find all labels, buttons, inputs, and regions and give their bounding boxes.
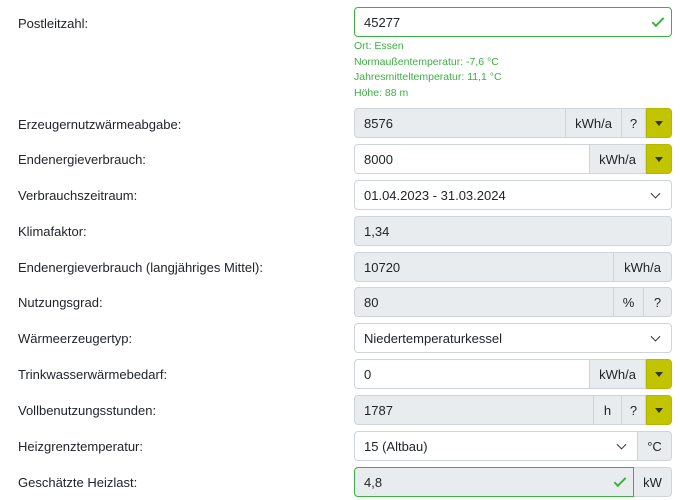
waermeerzeugertyp-select[interactable]: Niedertemperaturkessel: [354, 323, 672, 353]
endenergieverbrauch-mittel-label: Endenergieverbrauch (langjähriges Mittel…: [18, 260, 263, 275]
caret-down-icon: [655, 407, 663, 413]
geschaetzte-heizlast-value: 4,8: [364, 474, 383, 490]
help-icon[interactable]: ?: [622, 108, 646, 138]
vollbenutzungsstunden-field: 1787 h ?: [354, 395, 672, 425]
verbrauchszeitraum-value: 01.04.2023 - 31.03.2024: [364, 187, 506, 203]
endenergieverbrauch-dropdown-button[interactable]: [646, 144, 672, 174]
location-info: Ort: Essen Normaußentemperatur: -7,6 °C …: [354, 39, 502, 101]
chevron-down-icon: [650, 188, 661, 199]
verbrauchszeitraum-select[interactable]: 01.04.2023 - 31.03.2024: [354, 180, 672, 210]
vollbenutzungsstunden-label: Vollbenutzungsstunden:: [18, 403, 157, 418]
endenergieverbrauch-mittel-value: 10720: [364, 259, 401, 275]
help-icon[interactable]: ?: [622, 395, 646, 425]
endenergieverbrauch-label: Endenergieverbrauch:: [18, 152, 146, 167]
endenergieverbrauch-mittel-field: 10720 kWh/a: [354, 252, 672, 282]
unit-addon: kWh/a: [614, 252, 672, 282]
unit-addon: %: [614, 287, 644, 317]
verbrauchszeitraum-select-box[interactable]: 01.04.2023 - 31.03.2024: [354, 180, 672, 210]
erzeugernutzwaermeabgabe-label: Erzeugernutzwärmeabgabe:: [18, 117, 182, 132]
verbrauchszeitraum-label: Verbrauchszeitraum:: [18, 188, 138, 203]
trinkwasserwaermebedarf-value: 0: [364, 366, 372, 382]
caret-down-icon: [655, 120, 663, 126]
heizgrenztemperatur-select-box[interactable]: 15 (Altbau): [354, 431, 638, 461]
caret-down-icon: [655, 156, 663, 162]
location-city: Ort: Essen: [354, 40, 404, 52]
help-icon[interactable]: ?: [644, 287, 672, 317]
nutzungsgrad-value: 80: [364, 294, 379, 310]
vollbenutzungsstunden-input: 1787: [354, 395, 594, 425]
geschaetzte-heizlast-input: 4,8: [354, 467, 634, 497]
klimafaktor-input: 1,34: [354, 216, 672, 246]
erzeugernutzwaermeabgabe-input: 8576: [354, 108, 566, 138]
unit-addon: °C: [638, 431, 672, 461]
postleitzahl-field[interactable]: 45277: [354, 7, 672, 37]
unit-addon: h: [594, 395, 622, 425]
endenergieverbrauch-input[interactable]: 8000: [354, 144, 590, 174]
geschaetzte-heizlast-field: 4,8 kW: [354, 467, 672, 497]
erzeugernutzwaermeabgabe-field: 8576 kWh/a ?: [354, 108, 672, 138]
caret-down-icon: [655, 371, 663, 377]
check-icon: [651, 14, 665, 28]
location-altitude: Höhe: 88 m: [354, 86, 409, 99]
unit-addon: kW: [634, 467, 672, 497]
chevron-down-icon: [616, 439, 627, 450]
heizgrenztemperatur-select[interactable]: 15 (Altbau) °C: [354, 431, 672, 461]
check-icon: [613, 474, 627, 488]
erzeugernutzwaermeabgabe-dropdown-button[interactable]: [646, 108, 672, 138]
postleitzahl-label: Postleitzahl:: [18, 16, 89, 31]
nutzungsgrad-field: 80 % ?: [354, 287, 672, 317]
location-norm-temp: Normaußentemperatur: -7,6 °C: [354, 55, 499, 68]
trinkwasserwaermebedarf-label: Trinkwasserwärmebedarf:: [18, 367, 168, 382]
waermeerzeugertyp-select-box[interactable]: Niedertemperaturkessel: [354, 323, 672, 353]
waermeerzeugertyp-value: Niedertemperaturkessel: [364, 330, 503, 346]
geschaetzte-heizlast-label: Geschätzte Heizlast:: [18, 475, 138, 490]
endenergieverbrauch-value: 8000: [364, 151, 393, 167]
heizgrenztemperatur-value: 15 (Altbau): [364, 438, 428, 454]
klimafaktor-value: 1,34: [364, 223, 390, 239]
postleitzahl-value: 45277: [364, 14, 401, 30]
chevron-down-icon: [650, 331, 661, 342]
erzeugernutzwaermeabgabe-value: 8576: [364, 115, 393, 131]
unit-addon: kWh/a: [590, 144, 646, 174]
postleitzahl-input[interactable]: 45277: [354, 7, 672, 37]
trinkwasserwaermebedarf-dropdown-button[interactable]: [646, 359, 672, 389]
nutzungsgrad-label: Nutzungsgrad:: [18, 295, 103, 310]
unit-addon: kWh/a: [590, 359, 646, 389]
vollbenutzungsstunden-value: 1787: [364, 402, 393, 418]
endenergieverbrauch-mittel-input: 10720: [354, 252, 614, 282]
vollbenutzungsstunden-dropdown-button[interactable]: [646, 395, 672, 425]
endenergieverbrauch-field[interactable]: 8000 kWh/a: [354, 144, 672, 174]
location-annual-temp: Jahresmitteltemperatur: 11,1 °C: [354, 71, 502, 83]
unit-addon: kWh/a: [566, 108, 622, 138]
heizgrenztemperatur-label: Heizgrenztemperatur:: [18, 439, 143, 454]
trinkwasserwaermebedarf-input[interactable]: 0: [354, 359, 590, 389]
nutzungsgrad-input: 80: [354, 287, 614, 317]
trinkwasserwaermebedarf-field[interactable]: 0 kWh/a: [354, 359, 672, 389]
klimafaktor-field: 1,34: [354, 216, 672, 246]
klimafaktor-label: Klimafaktor:: [18, 224, 87, 239]
waermeerzeugertyp-label: Wärmeerzeugertyp:: [18, 331, 133, 346]
